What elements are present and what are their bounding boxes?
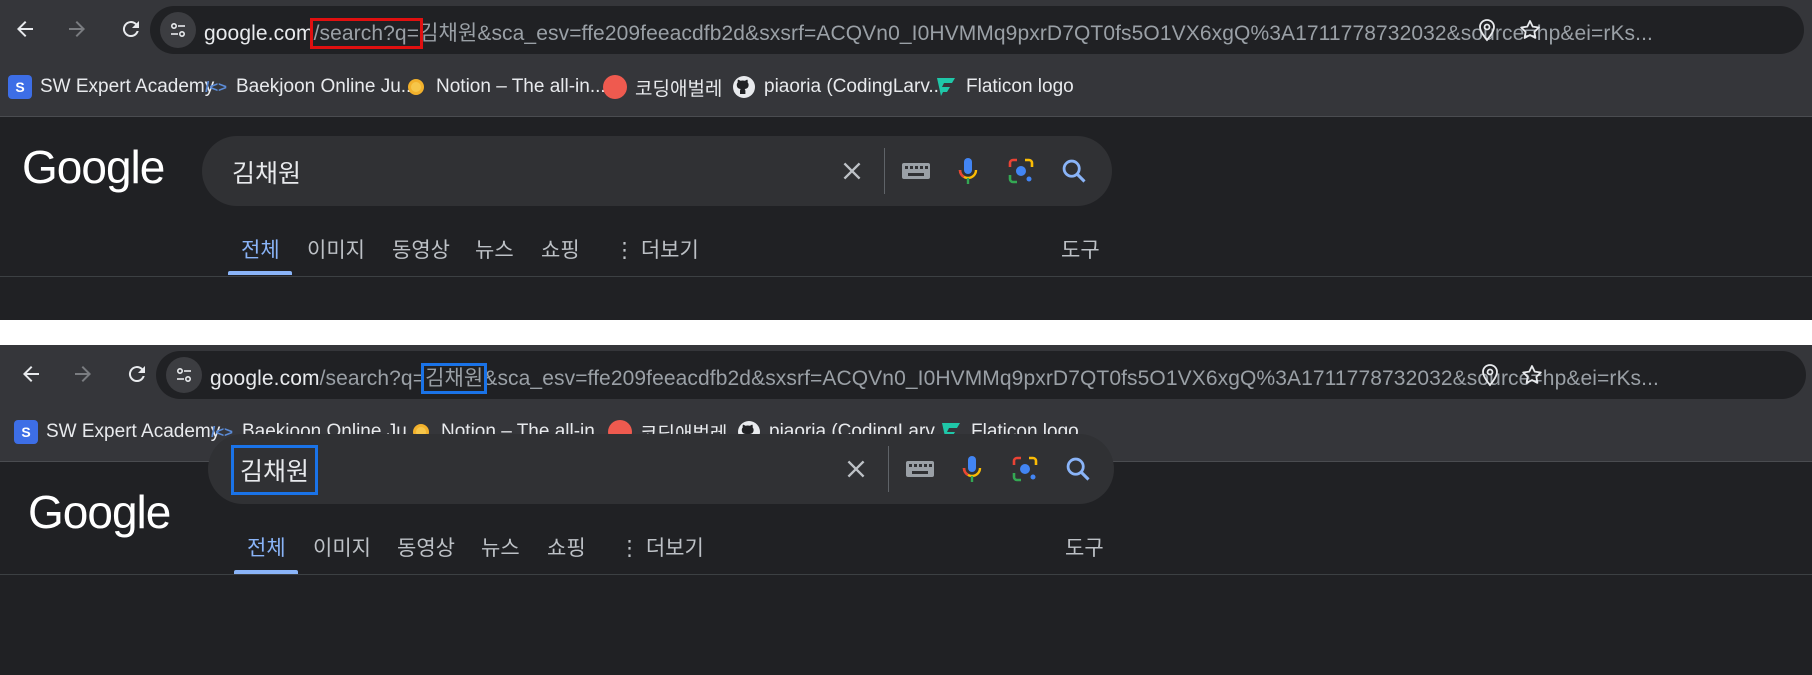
keyboard-icon[interactable] [900, 155, 932, 187]
search-icon[interactable] [1062, 453, 1094, 485]
forward-button[interactable] [62, 14, 92, 44]
location-pin-icon[interactable] [1478, 363, 1502, 387]
back-arrow-icon [17, 21, 33, 37]
url-host: google.com [204, 22, 314, 45]
search-query-highlight-blue[interactable]: 김채원 [230, 445, 319, 495]
bookmark-label: SW Expert Academy [46, 421, 221, 442]
more-dots-icon: ⋮ [619, 537, 646, 560]
bookmark-item[interactable]: S SW Expert Academy [14, 417, 220, 447]
microphone-icon[interactable] [956, 453, 988, 485]
reload-icon [128, 366, 145, 383]
browser-toolbar: google.com/search?q=김채원&sca_esv=ffe209fe… [0, 345, 1812, 405]
tools-button[interactable]: 도구 [1061, 234, 1100, 264]
sun-icon [404, 75, 428, 99]
tabs-divider [0, 574, 1812, 575]
site-info-button[interactable] [166, 357, 202, 393]
google-logo[interactable]: Google [22, 140, 165, 194]
url-query-term-highlight-blue: 김채원 [421, 363, 488, 394]
bookmark-item[interactable]: Notion – The all-in... [404, 72, 606, 102]
bookmark-item[interactable]: Flaticon logo [934, 72, 1074, 102]
tab-videos[interactable]: 동영상 [397, 532, 455, 562]
tab-news[interactable]: 뉴스 [481, 532, 520, 562]
bookmark-item[interactable]: 코딩애벌레 [603, 72, 722, 102]
bookmark-label: 코딩애벌레 [635, 78, 723, 100]
url-path-highlight-red: /search?q= [309, 18, 424, 49]
tab-images[interactable]: 이미지 [313, 532, 371, 562]
microphone-icon[interactable] [952, 155, 984, 187]
url-text[interactable]: google.com/search?q=김채원&sca_esv=ffe209fe… [204, 17, 1653, 49]
tab-all[interactable]: 전체 [241, 234, 280, 264]
tab-more[interactable]: ⋮ 더보기 [614, 234, 699, 264]
screenshot-panel-top: google.com/search?q=김채원&sca_esv=ffe209fe… [0, 0, 1812, 320]
tab-all[interactable]: 전체 [247, 532, 286, 562]
bookmark-label: Baekjoon Online Ju... [236, 76, 417, 97]
site-info-button[interactable] [160, 12, 196, 48]
back-button[interactable] [10, 14, 40, 44]
tab-more-label: 더보기 [640, 239, 699, 262]
search-divider [888, 446, 889, 492]
lens-icon[interactable] [1009, 453, 1041, 485]
url-query-term: 김채원 [419, 22, 478, 45]
reload-icon [122, 21, 139, 38]
url-text[interactable]: google.com/search?q=김채원&sca_esv=ffe209fe… [210, 362, 1659, 394]
search-tabs: 전체 이미지 동영상 뉴스 쇼핑 ⋮ 더보기 도구 [0, 234, 1812, 284]
back-button[interactable] [16, 359, 46, 389]
tab-more[interactable]: ⋮ 더보기 [619, 532, 704, 562]
google-logo[interactable]: Google [28, 485, 171, 539]
address-bar[interactable]: google.com/search?q=김채원&sca_esv=ffe209fe… [156, 351, 1806, 399]
tune-icon [176, 367, 192, 383]
tools-button[interactable]: 도구 [1065, 532, 1104, 562]
bookmark-star-icon[interactable] [1520, 363, 1544, 387]
bookmark-item[interactable]: piaoria (CodingLarv... [732, 72, 944, 102]
bookmarks-bar: S SW Expert Academy /<> Baekjoon Online Ju… [0, 60, 1812, 117]
bookmark-label: piaoria (CodingLarv... [764, 76, 945, 97]
forward-arrow-icon [69, 21, 85, 37]
bug-icon [603, 75, 627, 99]
tab-images[interactable]: 이미지 [307, 234, 365, 264]
search-divider [884, 148, 885, 194]
github-icon [732, 75, 756, 99]
lens-icon[interactable] [1005, 155, 1037, 187]
more-dots-icon: ⋮ [614, 239, 641, 262]
browser-toolbar: google.com/search?q=김채원&sca_esv=ffe209fe… [0, 0, 1812, 60]
bookmark-item[interactable]: /<> Baekjoon Online Ju... [204, 72, 417, 102]
search-box[interactable]: 김채원 [208, 434, 1114, 504]
tab-shopping[interactable]: 쇼핑 [547, 532, 586, 562]
forward-arrow-icon [75, 366, 91, 382]
bookmark-label: Notion – The all-in... [436, 76, 606, 97]
bookmark-label: SW Expert Academy [40, 76, 215, 97]
tune-icon [170, 22, 186, 38]
tab-more-label: 더보기 [645, 537, 704, 560]
search-box[interactable]: 김채원 [202, 136, 1112, 206]
forward-button[interactable] [68, 359, 98, 389]
active-tab-indicator [228, 271, 292, 275]
bookmark-star-icon[interactable] [1518, 18, 1542, 42]
address-bar[interactable]: google.com/search?q=김채원&sca_esv=ffe209fe… [150, 6, 1804, 54]
tab-shopping[interactable]: 쇼핑 [541, 234, 580, 264]
reload-button[interactable] [122, 359, 152, 389]
bookmark-item[interactable]: S SW Expert Academy [8, 72, 214, 102]
location-pin-icon[interactable] [1475, 18, 1499, 42]
code-brackets-icon: /<> [205, 78, 227, 96]
keyboard-icon[interactable] [904, 453, 936, 485]
back-arrow-icon [23, 366, 39, 382]
tabs-divider [0, 276, 1812, 277]
search-tabs: 전체 이미지 동영상 뉴스 쇼핑 ⋮ 더보기 도구 [0, 532, 1812, 582]
url-host: google.com [210, 367, 320, 390]
search-query[interactable]: 김채원 [232, 154, 301, 190]
tab-news[interactable]: 뉴스 [475, 234, 514, 264]
reload-button[interactable] [116, 14, 146, 44]
url-path: /search?q= [319, 367, 426, 390]
swea-icon: S [8, 75, 32, 99]
swea-icon: S [14, 420, 38, 444]
search-icon[interactable] [1058, 155, 1090, 187]
tab-videos[interactable]: 동영상 [392, 234, 450, 264]
flaticon-icon [934, 75, 958, 99]
bookmark-label: Flaticon logo [966, 76, 1074, 97]
clear-icon[interactable] [840, 453, 872, 485]
clear-icon[interactable] [836, 155, 868, 187]
screenshot-panel-bottom: google.com/search?q=김채원&sca_esv=ffe209fe… [0, 345, 1812, 675]
